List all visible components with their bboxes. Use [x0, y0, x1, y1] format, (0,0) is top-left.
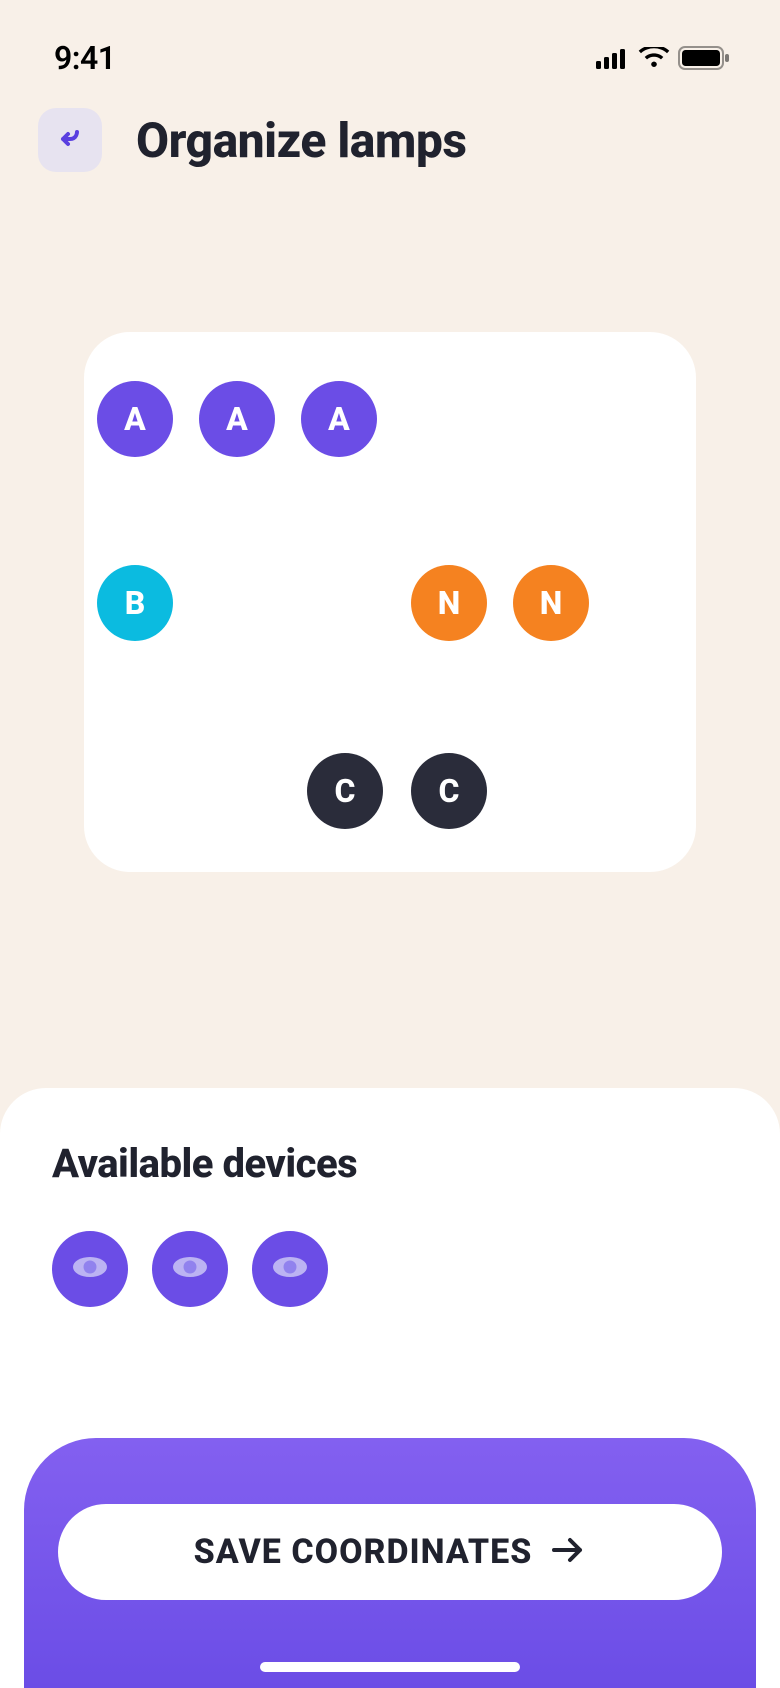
lamp-canvas[interactable]: A A A B N N C C: [84, 332, 696, 872]
lamp-chip-label: C: [439, 772, 460, 810]
available-devices-row: [52, 1231, 728, 1307]
eye-icon: [268, 1245, 312, 1293]
lamp-chip[interactable]: A: [301, 381, 377, 457]
lamp-chip-label: N: [540, 584, 563, 622]
available-device[interactable]: [252, 1231, 328, 1307]
lamp-chip-label: A: [124, 400, 146, 438]
available-devices-title: Available devices: [52, 1140, 728, 1187]
lamp-chip[interactable]: N: [513, 565, 589, 641]
lamp-chip[interactable]: A: [199, 381, 275, 457]
footer-action-bar: SAVE COORDINATES: [24, 1438, 756, 1688]
page-title: Organize lamps: [136, 112, 467, 169]
lamp-chip-label: N: [438, 584, 461, 622]
home-indicator[interactable]: [260, 1662, 520, 1672]
lamp-chip[interactable]: C: [307, 753, 383, 829]
lamp-chip[interactable]: C: [411, 753, 487, 829]
lamp-chip[interactable]: A: [97, 381, 173, 457]
status-time: 9:41: [54, 39, 116, 77]
status-bar: 9:41: [0, 0, 780, 88]
lamp-chip-label: B: [125, 584, 146, 622]
available-device[interactable]: [52, 1231, 128, 1307]
arrow-right-icon: [550, 1536, 586, 1568]
eye-icon: [68, 1245, 112, 1293]
available-device[interactable]: [152, 1231, 228, 1307]
header: Organize lamps: [0, 88, 780, 172]
lamp-chip[interactable]: B: [97, 565, 173, 641]
cellular-icon: [596, 47, 630, 69]
eye-icon: [168, 1245, 212, 1293]
back-arrow-icon: [54, 122, 86, 158]
lamp-chip-label: A: [328, 400, 350, 438]
wifi-icon: [638, 47, 670, 69]
lamp-chip-label: C: [335, 772, 356, 810]
status-icons: [596, 46, 730, 70]
lamp-chip[interactable]: N: [411, 565, 487, 641]
lamp-chip-label: A: [226, 400, 248, 438]
back-button[interactable]: [38, 108, 102, 172]
battery-icon: [678, 46, 730, 70]
save-button-label: SAVE COORDINATES: [194, 1532, 533, 1572]
save-coordinates-button[interactable]: SAVE COORDINATES: [58, 1504, 722, 1600]
